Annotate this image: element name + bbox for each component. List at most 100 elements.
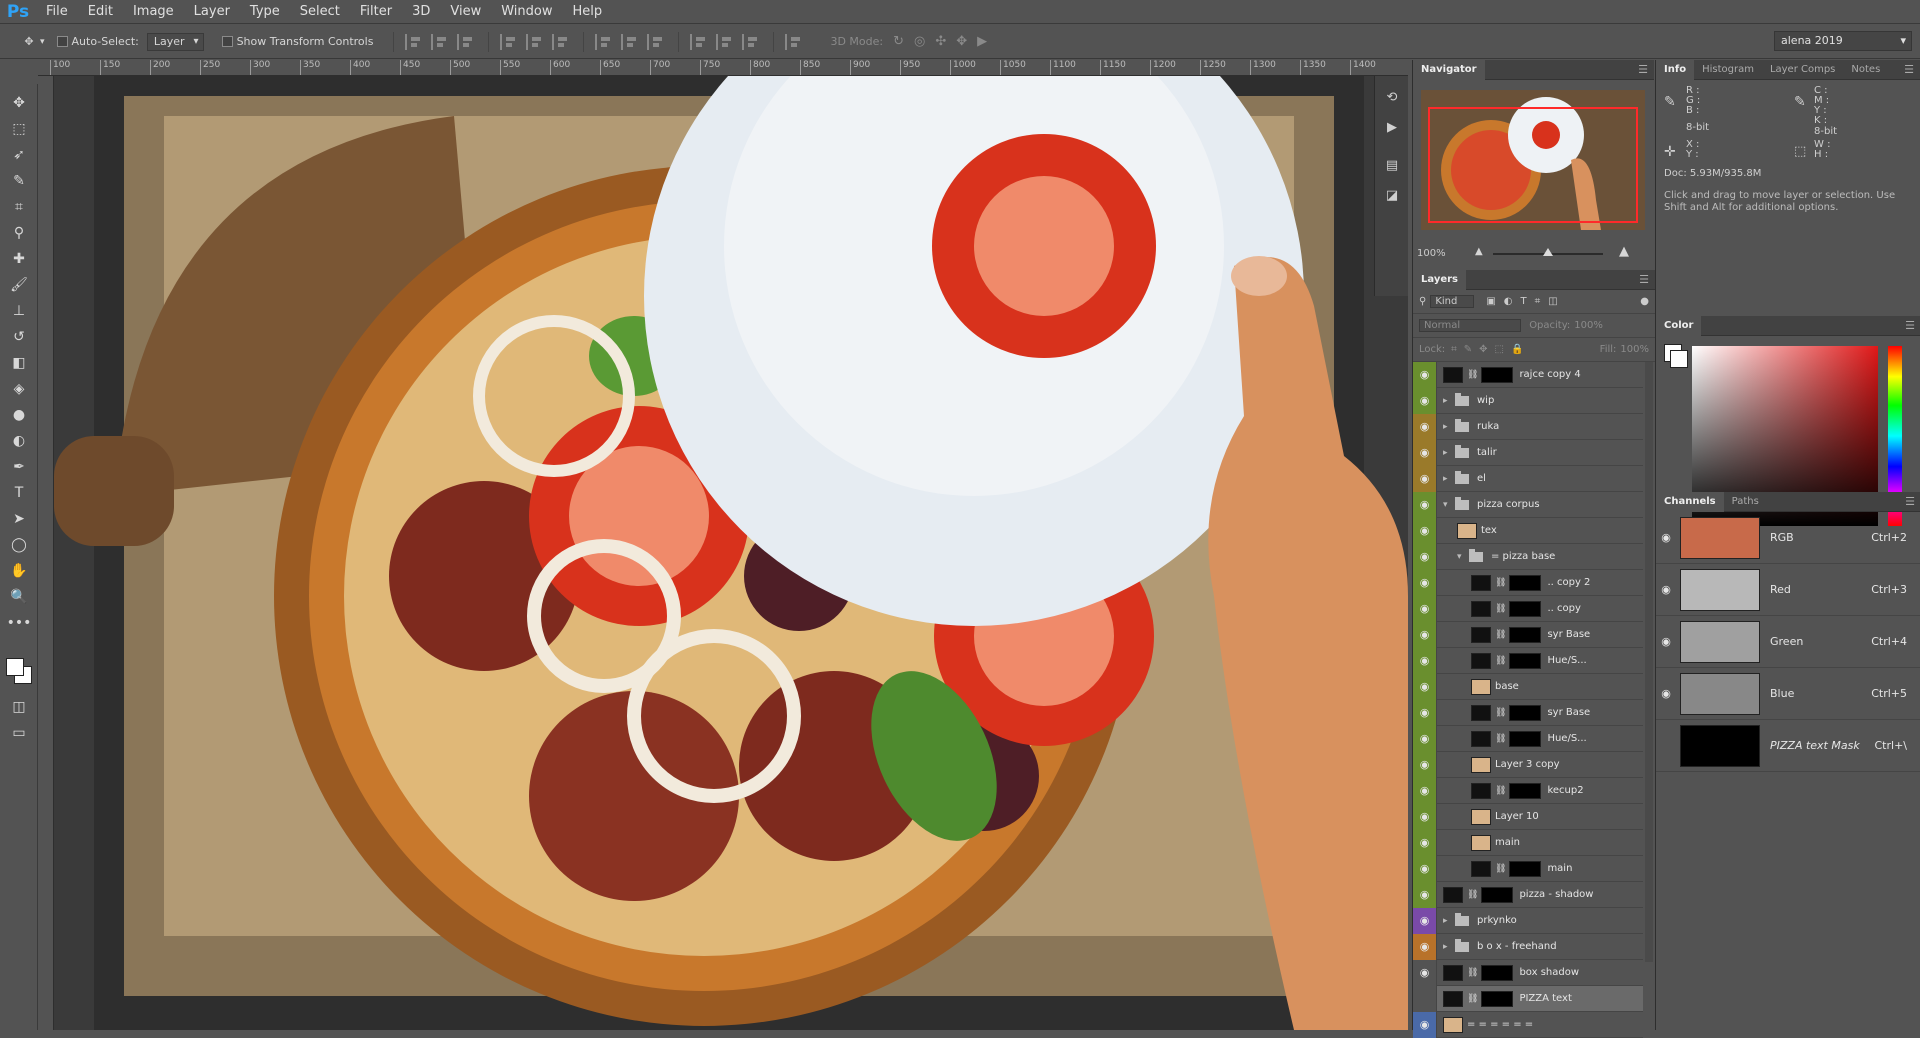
auto-select-target-dropdown[interactable]: Layer (146, 32, 204, 51)
blend-mode-dropdown[interactable]: Normal (1419, 319, 1522, 332)
layer-row[interactable]: ◉ ⛓ kecup2 (1413, 777, 1643, 804)
link-icon[interactable]: ⛓ (1495, 708, 1506, 718)
layer-visibility-eye-icon[interactable]: ◉ (1413, 595, 1437, 622)
workspace-dropdown[interactable]: alena 2019 (1774, 31, 1912, 51)
eraser-tool-icon[interactable]: ◧ (0, 350, 38, 376)
layer-visibility-eye-icon[interactable]: ◉ (1413, 777, 1437, 804)
zoom-out-icon[interactable]: ▲ (1475, 246, 1483, 257)
layer-mask-thumbnail[interactable] (1481, 886, 1514, 903)
layer-visibility-eye-icon[interactable]: ◉ (1413, 881, 1437, 908)
link-icon[interactable]: ⛓ (1467, 994, 1478, 1004)
menu-layer[interactable]: Layer (184, 0, 240, 24)
layer-row[interactable]: ◉ ▸ wip (1413, 387, 1643, 414)
panel-menu-icon[interactable]: ☰ (1905, 319, 1915, 332)
zoom-in-icon[interactable]: ▲ (1619, 244, 1629, 259)
panel-menu-icon[interactable]: ☰ (1905, 495, 1915, 508)
chevron-down-icon[interactable]: ▾ (1457, 552, 1469, 562)
link-icon[interactable]: ⛓ (1495, 786, 1506, 796)
ellipse-tool-icon[interactable]: ◯ (0, 532, 38, 558)
blur-tool-icon[interactable]: ● (0, 402, 38, 428)
layer-visibility-eye-icon[interactable]: ◉ (1413, 621, 1437, 648)
layer-visibility-eye-icon[interactable]: ◉ (1413, 361, 1437, 388)
link-icon[interactable]: ⛓ (1495, 734, 1506, 744)
layer-visibility-eye-icon[interactable]: ◉ (1413, 543, 1437, 570)
tab-histogram[interactable]: Histogram (1694, 60, 1762, 80)
layer-visibility-eye-icon[interactable]: ◉ (1413, 1011, 1437, 1038)
channel-row[interactable]: ◉ Blue Ctrl+5 (1656, 668, 1920, 720)
layer-visibility-eye-icon[interactable]: ◉ (1413, 829, 1437, 856)
stamp-tool-icon[interactable]: ⊥ (0, 298, 38, 324)
layer-row[interactable]: ◉ ⛓ main (1413, 855, 1643, 882)
link-icon[interactable]: ⛓ (1495, 578, 1506, 588)
layer-visibility-eye-icon[interactable]: ◉ (1413, 725, 1437, 752)
tab-paths[interactable]: Paths (1724, 492, 1767, 512)
layer-thumbnail[interactable] (1443, 366, 1463, 383)
layer-visibility-eye-icon[interactable]: ◉ (1413, 517, 1437, 544)
chevron-right-icon[interactable]: ▸ (1443, 396, 1455, 406)
filter-type-icons[interactable]: ▣◐T⌗◫ (1486, 296, 1565, 307)
align-hcenter-icon[interactable] (526, 33, 546, 50)
channel-row[interactable]: ◉ Green Ctrl+4 (1656, 616, 1920, 668)
bucket-tool-icon[interactable]: ◈ (0, 376, 38, 402)
layer-row[interactable]: ◉ ▾ = pizza base (1413, 543, 1643, 570)
layer-visibility-eye-icon[interactable]: ◉ (1413, 803, 1437, 830)
layer-visibility-eye-icon[interactable]: ◉ (1413, 465, 1437, 492)
layer-thumbnail[interactable] (1471, 730, 1491, 747)
eyedropper-tool-icon[interactable]: ⚲ (0, 220, 38, 246)
layer-visibility-eye-icon[interactable]: ◉ (1413, 673, 1437, 700)
layer-thumbnail[interactable] (1471, 574, 1491, 591)
layer-thumbnail[interactable] (1443, 1016, 1463, 1033)
channel-visibility-eye-icon[interactable]: ◉ (1656, 583, 1676, 596)
panel-menu-icon[interactable]: ☰ (1639, 273, 1649, 286)
layer-row[interactable]: ◉ ▸ talir (1413, 439, 1643, 466)
layer-row[interactable]: ◉ ⛓ syr Base (1413, 699, 1643, 726)
layer-visibility-eye-icon[interactable]: ◉ (1413, 699, 1437, 726)
type-tool-icon[interactable]: T (0, 480, 38, 506)
brush-tool-icon[interactable]: 🖌 (0, 272, 38, 298)
menu-view[interactable]: View (440, 0, 491, 24)
layer-row[interactable]: ◉ = = = = = = (1413, 1011, 1643, 1038)
layer-row[interactable]: ◉ ▸ b o x - freehand (1413, 933, 1643, 960)
layers-scrollbar[interactable] (1645, 362, 1653, 962)
menu-image[interactable]: Image (123, 0, 184, 24)
layer-mask-thumbnail[interactable] (1509, 860, 1542, 877)
document-canvas[interactable] (54, 76, 1408, 1030)
layer-row[interactable]: ◉ ⛓ .. copy 2 (1413, 569, 1643, 596)
link-icon[interactable]: ⛓ (1495, 864, 1506, 874)
layer-thumbnail[interactable] (1443, 990, 1463, 1007)
layer-row[interactable]: ◉ ▸ el (1413, 465, 1643, 492)
properties-panel-icon[interactable]: ▤ (1375, 150, 1409, 180)
fill-field[interactable]: 100% (1620, 344, 1649, 355)
layer-visibility-eye-icon[interactable]: ◉ (1413, 413, 1437, 440)
actions-play-icon[interactable]: ▶ (1375, 112, 1409, 142)
layer-thumbnail[interactable] (1443, 886, 1463, 903)
layer-thumbnail[interactable] (1443, 964, 1463, 981)
layer-thumbnail[interactable] (1471, 652, 1491, 669)
layer-row[interactable]: ◉ ▸ prkynko (1413, 907, 1643, 934)
channel-visibility-eye-icon[interactable]: ◉ (1656, 635, 1676, 648)
navigator-thumbnail[interactable] (1421, 90, 1645, 230)
layer-row[interactable]: ◉ Layer 10 (1413, 803, 1643, 830)
opacity-field[interactable]: 100% (1574, 320, 1603, 331)
layer-row[interactable]: ◉ Layer 3 copy (1413, 751, 1643, 778)
zoom-tool-icon[interactable]: 🔍 (0, 584, 38, 610)
layer-row[interactable]: ◉ ⛓ box shadow (1413, 959, 1643, 986)
layer-visibility-eye-icon[interactable]: ◉ (1413, 569, 1437, 596)
quick-select-tool-icon[interactable]: ✎ (0, 168, 38, 194)
menu-select[interactable]: Select (290, 0, 350, 24)
layer-visibility-eye-icon[interactable]: ◉ (1413, 933, 1437, 960)
dodge-tool-icon[interactable]: ◐ (0, 428, 38, 454)
tab-channels[interactable]: Channels (1656, 491, 1724, 512)
link-icon[interactable]: ⛓ (1467, 370, 1478, 380)
menu-3d[interactable]: 3D (402, 0, 440, 24)
show-transform-checkbox[interactable] (221, 36, 233, 47)
layer-mask-thumbnail[interactable] (1509, 652, 1542, 669)
layer-mask-thumbnail[interactable] (1509, 782, 1542, 799)
more-tools-icon[interactable]: ••• (0, 610, 38, 636)
align-bottom-icon[interactable] (457, 33, 477, 50)
link-icon[interactable]: ⛓ (1495, 604, 1506, 614)
layer-row[interactable]: ◉ base (1413, 673, 1643, 700)
layer-thumbnail[interactable] (1471, 600, 1491, 617)
lasso-tool-icon[interactable]: ➶ (0, 142, 38, 168)
chevron-down-icon[interactable]: ▾ (1443, 500, 1455, 510)
